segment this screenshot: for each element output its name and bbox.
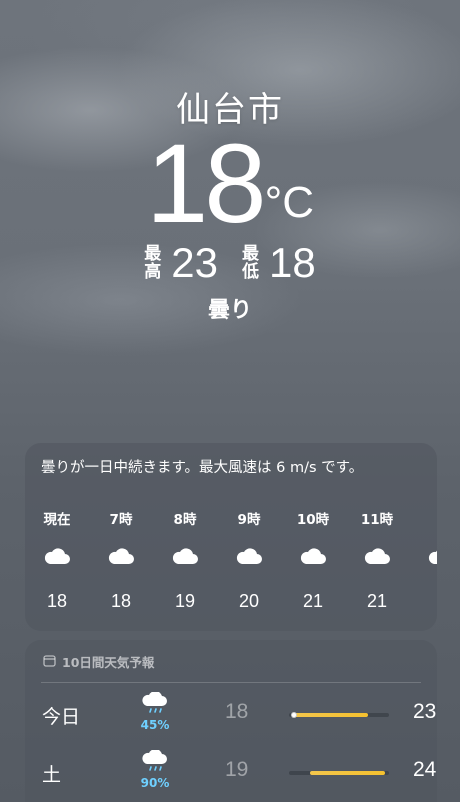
- hour-item: 8時 19: [153, 510, 217, 612]
- hour-item: 1: [409, 510, 437, 590]
- hour-temperature: 21: [302, 591, 324, 611]
- cloud-rain-icon: 90%: [137, 749, 173, 790]
- cloud-rain-icon: 45%: [137, 691, 173, 732]
- hour-item: 11時 21: [345, 510, 409, 612]
- hour-time: 現在: [43, 512, 71, 528]
- hour-item: 7時 18: [89, 510, 153, 612]
- hour-time: 8時: [173, 512, 197, 528]
- weather-screen: 仙台市 18 °C 最 高 23 最 低 18 曇り 曇りが一日中続きます。最大…: [0, 0, 460, 802]
- temperature-range-fill: [309, 771, 385, 775]
- hourly-list[interactable]: 現在 18 7時 18 8時 19 9時 20 10時 21 11時 21: [25, 510, 437, 630]
- day-name: 今日: [42, 706, 81, 728]
- hour-time: 11時: [360, 512, 394, 528]
- hourly-summary: 曇りが一日中続きます。最大風速は 6 m/s です。: [41, 460, 364, 476]
- day-row[interactable]: 土 90% 19 24: [25, 749, 437, 802]
- hour-temperature: 18: [110, 591, 132, 611]
- cloud-icon: [25, 530, 89, 582]
- ten-day-forecast-header: 10日間天気予報: [43, 652, 154, 671]
- low-temperature: 18: [269, 239, 316, 286]
- hour-temperature: 21: [366, 591, 388, 611]
- cloud-icon: [89, 530, 153, 582]
- day-low: 19: [225, 758, 249, 781]
- calendar-icon: [43, 654, 56, 670]
- hour-temperature: 20: [238, 591, 260, 611]
- cloud-icon: [281, 530, 345, 582]
- current-temperature-group: 18 °C: [0, 128, 460, 240]
- precipitation-chance: 90%: [140, 776, 170, 790]
- day-high: 24: [413, 758, 437, 781]
- current-condition: 曇り: [207, 298, 252, 323]
- cloud-icon: [153, 530, 217, 582]
- hour-item: 10時 21: [281, 510, 345, 612]
- ten-day-forecast-card[interactable]: 10日間天気予報 今日 45% 18 23 土 90% 19 24: [25, 640, 437, 802]
- hour-temperature: 19: [174, 591, 196, 611]
- low-label: 最 低: [242, 244, 259, 282]
- hour-item: 9時 20: [217, 510, 281, 612]
- precipitation-chance: 45%: [140, 718, 170, 732]
- day-row[interactable]: 今日 45% 18 23: [25, 691, 437, 750]
- hour-time: 1: [409, 510, 437, 530]
- high-low-temperatures: 最 高 23 最 低 18: [0, 242, 460, 284]
- temperature-unit: °C: [264, 178, 314, 227]
- cloud-icon: [217, 530, 281, 582]
- hour-item: 現在 18: [25, 510, 89, 612]
- day-low: 18: [225, 700, 249, 723]
- hour-time: 7時: [109, 512, 133, 528]
- day-name: 土: [42, 764, 62, 786]
- cloud-icon: [409, 530, 437, 582]
- divider: [41, 682, 421, 683]
- current-temperature-marker: [291, 712, 297, 718]
- hour-time: 10時: [296, 512, 330, 528]
- hour-temperature: 18: [46, 591, 68, 611]
- day-high: 23: [413, 700, 437, 723]
- high-label: 最 高: [144, 244, 162, 282]
- current-temperature: 18: [146, 121, 267, 246]
- cloud-icon: [345, 530, 409, 582]
- hourly-forecast-card[interactable]: 曇りが一日中続きます。最大風速は 6 m/s です。 現在 18 7時 18 8…: [25, 443, 437, 631]
- hour-time: 9時: [237, 512, 261, 528]
- high-temperature: 23: [171, 239, 218, 286]
- temperature-range-bar: [289, 712, 389, 718]
- temperature-range-fill: [293, 713, 369, 717]
- temperature-range-bar: [289, 771, 389, 775]
- ten-day-forecast-title: 10日間天気予報: [62, 655, 155, 670]
